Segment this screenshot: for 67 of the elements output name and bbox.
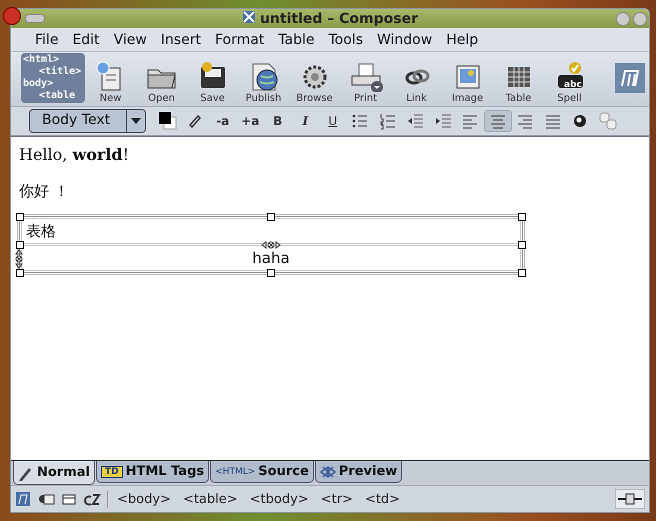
caret-icon — [131, 118, 141, 124]
format-button[interactable]: B — [264, 110, 292, 132]
format-button[interactable]: -a — [209, 110, 236, 132]
toolbar-button[interactable]: Table — [493, 60, 544, 104]
menu-item[interactable]: Edit — [65, 32, 107, 48]
tag-path-link[interactable]: <body> — [114, 492, 174, 506]
tab[interactable]: TD HTML Tags — [96, 461, 210, 483]
menu-item[interactable]: Tools — [322, 32, 370, 48]
menu-item[interactable]: Format — [208, 32, 272, 48]
logo-art-text: body> — [23, 78, 54, 90]
toolbar-button[interactable]: Image — [442, 60, 493, 104]
resize-handle[interactable] — [518, 213, 526, 221]
tag-path-link[interactable]: <table> — [180, 492, 241, 506]
resize-handle[interactable] — [518, 269, 526, 277]
format-button[interactable]: +a — [236, 110, 264, 132]
tag-badge-icon: TD — [101, 466, 123, 478]
column-resize-icon[interactable] — [261, 241, 281, 249]
row-resize-icon[interactable] — [15, 249, 23, 269]
preview-icon — [320, 464, 336, 480]
tag-path-link[interactable]: <td> — [362, 492, 404, 506]
tag-path-link[interactable]: <tr> — [318, 492, 356, 506]
app-icon — [242, 10, 256, 24]
navigator-logo-icon[interactable] — [15, 490, 32, 508]
menu-item[interactable]: View — [106, 32, 154, 48]
table-cell: haha — [21, 245, 521, 271]
toolbar-button[interactable]: Link — [391, 60, 442, 104]
table-cell: 表格 — [21, 218, 521, 244]
toolbar-button[interactable]: Browse — [289, 60, 340, 104]
toolbar-button[interactable]: Publish — [238, 60, 289, 104]
toolbar-button[interactable]: Print — [340, 60, 391, 104]
tab[interactable]: Preview — [314, 461, 402, 483]
tab[interactable]: Normal — [13, 461, 95, 485]
resize-handle[interactable] — [267, 269, 275, 277]
menu-item[interactable]: File — [28, 32, 66, 48]
toolbar-button[interactable]: abc Spell — [544, 60, 595, 104]
format-button[interactable]: U — [319, 110, 346, 132]
spell-badge-text: abc — [564, 80, 582, 90]
text-color-icon — [158, 111, 178, 131]
tag-path-link[interactable]: <tbody> — [246, 492, 312, 506]
window-title: untitled – Composer — [260, 10, 418, 26]
paragraph-text: 你好 ！ — [19, 182, 70, 201]
numbered-list-icon — [378, 111, 398, 131]
resize-handle[interactable] — [267, 213, 275, 221]
menu-item[interactable]: Insert — [154, 32, 208, 48]
resize-handle[interactable] — [16, 241, 24, 249]
menu-item[interactable]: Window — [370, 32, 440, 48]
menu-item[interactable]: Help — [439, 32, 486, 48]
resize-handle[interactable] — [16, 269, 24, 277]
close-button[interactable] — [3, 7, 21, 25]
menu-item[interactable]: Table — [271, 32, 322, 48]
paragraph-text: Hello, world! — [19, 145, 130, 164]
connection-plug-icon[interactable] — [615, 489, 645, 509]
toolbar-button[interactable]: Open — [136, 60, 187, 104]
logo-art-text: <title> — [38, 66, 82, 78]
logo-art-text: <table — [38, 90, 76, 102]
tab[interactable]: <HTML> Source — [210, 461, 314, 483]
resize-handle[interactable] — [518, 241, 526, 249]
format-button[interactable] — [484, 110, 512, 132]
tag-badge-icon: <HTML> — [215, 466, 256, 476]
toolbar-button[interactable]: Save — [187, 60, 238, 104]
logo-art-text: <html> — [23, 54, 60, 66]
resize-handle[interactable] — [16, 213, 24, 221]
toolbar-button[interactable]: New — [85, 60, 136, 104]
format-button[interactable]: I — [292, 110, 319, 132]
throbber-logo-icon — [615, 63, 645, 93]
overlapping-squares-icon — [598, 111, 618, 131]
paragraph-style-dropdown[interactable]: Body Text — [29, 109, 146, 133]
